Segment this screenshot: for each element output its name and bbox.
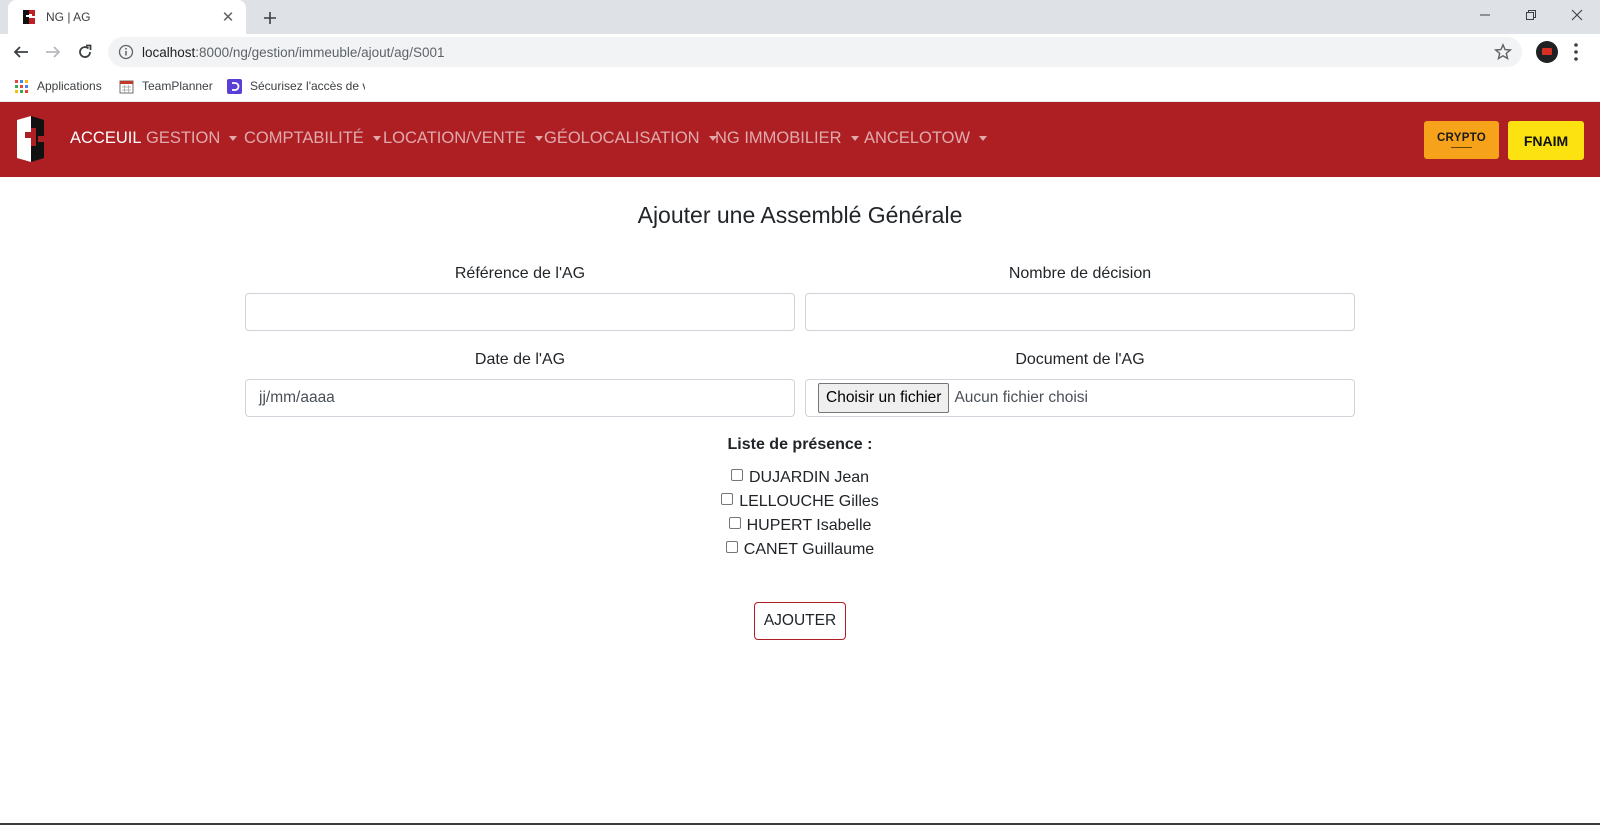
browser-tab[interactable]: NG | AG ✕: [8, 0, 246, 34]
site-favicon: [23, 10, 35, 24]
browser-menu-icon[interactable]: [1568, 40, 1584, 64]
address-bar[interactable]: localhost:8000/ng/gestion/immeuble/ajout…: [108, 37, 1522, 67]
list-item: LELLOUCHE Gilles: [0, 490, 1600, 514]
nav-label: GESTION: [146, 129, 221, 147]
minimize-icon[interactable]: [1462, 0, 1508, 30]
browser-toolbar: localhost:8000/ng/gestion/immeuble/ajout…: [0, 34, 1600, 70]
presence-checkbox[interactable]: [721, 493, 734, 505]
document-label: Document de l'AG: [1015, 351, 1145, 368]
nav-label: LOCATION/VENTE: [383, 129, 526, 147]
date-label: Date de l'AG: [474, 351, 566, 368]
close-window-icon[interactable]: [1554, 0, 1600, 30]
url-host: localhost: [142, 44, 196, 60]
tab-title: NG | AG: [46, 10, 91, 24]
bookmark-star-icon[interactable]: [1494, 43, 1512, 61]
profile-avatar[interactable]: [1536, 41, 1558, 63]
chevron-down-icon: [372, 136, 381, 141]
chevron-down-icon: [229, 136, 238, 141]
date-input[interactable]: jj/mm/aaaa: [245, 379, 795, 417]
presence-name: LELLOUCHE Gilles: [739, 493, 879, 510]
bookmark-label: Applications: [37, 79, 102, 93]
bookmark-label: Sécurisez l'accès de v: [250, 79, 365, 93]
site-navbar: ACCEUIL GESTION COMPTABILITÉ LOCATION/VE…: [0, 102, 1600, 177]
browser-tabstrip: NG | AG ✕: [0, 0, 1600, 34]
nav-label: NG IMMOBILIER: [715, 129, 842, 147]
nav-gestion[interactable]: GESTION: [146, 129, 238, 148]
reference-label: Référence de l'AG: [454, 265, 586, 282]
info-icon[interactable]: [118, 44, 134, 60]
document-file-input[interactable]: Choisir un fichier Aucun fichier choisi: [805, 379, 1355, 417]
list-item: HUPERT Isabelle: [0, 514, 1600, 538]
bookmarks-bar: Applications TeamPlanner Sécurisez l'acc…: [0, 70, 1600, 102]
nav-accueil[interactable]: ACCEUIL: [70, 129, 142, 148]
decisions-input[interactable]: [805, 293, 1355, 331]
chevron-down-icon: [534, 136, 543, 141]
presence-name: CANET Guillaume: [743, 541, 875, 558]
file-status: Aucun fichier choisi: [954, 389, 1088, 406]
site-logo[interactable]: [14, 114, 48, 164]
calendar-icon: [119, 80, 134, 93]
bookmark-teamplanner[interactable]: TeamPlanner: [119, 75, 213, 97]
close-tab-icon[interactable]: ✕: [220, 9, 236, 26]
submit-button[interactable]: AJOUTER: [754, 602, 846, 640]
page-title: Ajouter une Assemblé Générale: [637, 202, 963, 228]
restore-icon[interactable]: [1508, 0, 1554, 30]
nav-label: COMPTABILITÉ: [244, 129, 364, 147]
reload-icon[interactable]: [70, 37, 100, 67]
nav-ng-immobilier[interactable]: NG IMMOBILIER: [715, 129, 859, 148]
url-path: :8000/ng/gestion/immeuble/ajout/ag/S001: [195, 44, 445, 60]
nav-geolocalisation[interactable]: GÉOLOCALISATION: [544, 129, 717, 148]
apps-grid-icon: [15, 79, 28, 93]
nav-label: GÉOLOCALISATION: [544, 129, 700, 147]
nav-label: ANCELOTOW: [864, 129, 971, 147]
nav-comptabilite[interactable]: COMPTABILITÉ: [244, 129, 381, 148]
bookmark-applications[interactable]: Applications: [14, 75, 102, 97]
nav-location-vente[interactable]: LOCATION/VENTE: [383, 129, 543, 148]
decisions-label: Nombre de décision: [1008, 265, 1152, 282]
choose-file-button[interactable]: Choisir un fichier: [818, 383, 950, 413]
presence-title: Liste de présence :: [727, 436, 873, 453]
presence-list: DUJARDIN Jean LELLOUCHE Gilles HUPERT Is…: [0, 466, 1600, 562]
list-item: CANET Guillaume: [0, 538, 1600, 562]
nav-ancelotow[interactable]: ANCELOTOW: [864, 129, 988, 148]
nav-label: ACCEUIL: [70, 129, 142, 147]
back-icon[interactable]: [6, 37, 36, 67]
crypto-label: CRYPTO: [1436, 131, 1487, 144]
new-tab-icon[interactable]: [256, 4, 284, 32]
fnaim-badge[interactable]: FNAIM: [1508, 121, 1584, 160]
fnaim-label: FNAIM: [1523, 132, 1569, 149]
reference-input[interactable]: [245, 293, 795, 331]
presence-name: DUJARDIN Jean: [748, 469, 870, 486]
crypto-tagline-mark: ▬▬▬▬▬▬▬: [1451, 144, 1472, 149]
presence-name: HUPERT Isabelle: [746, 517, 872, 534]
dashlane-icon: [227, 78, 242, 94]
chevron-down-icon: [979, 136, 988, 141]
presence-checkbox[interactable]: [728, 517, 741, 529]
crypto-badge[interactable]: CRYPTO ▬▬▬▬▬▬▬: [1424, 121, 1499, 159]
chevron-down-icon: [850, 136, 859, 141]
presence-checkbox[interactable]: [730, 469, 743, 481]
bookmark-dashlane[interactable]: Sécurisez l'accès de v: [227, 75, 365, 97]
forward-icon[interactable]: [38, 37, 68, 67]
bookmark-label: TeamPlanner: [142, 79, 213, 93]
presence-checkbox[interactable]: [725, 541, 738, 553]
list-item: DUJARDIN Jean: [0, 466, 1600, 490]
date-placeholder: jj/mm/aaaa: [259, 389, 335, 406]
